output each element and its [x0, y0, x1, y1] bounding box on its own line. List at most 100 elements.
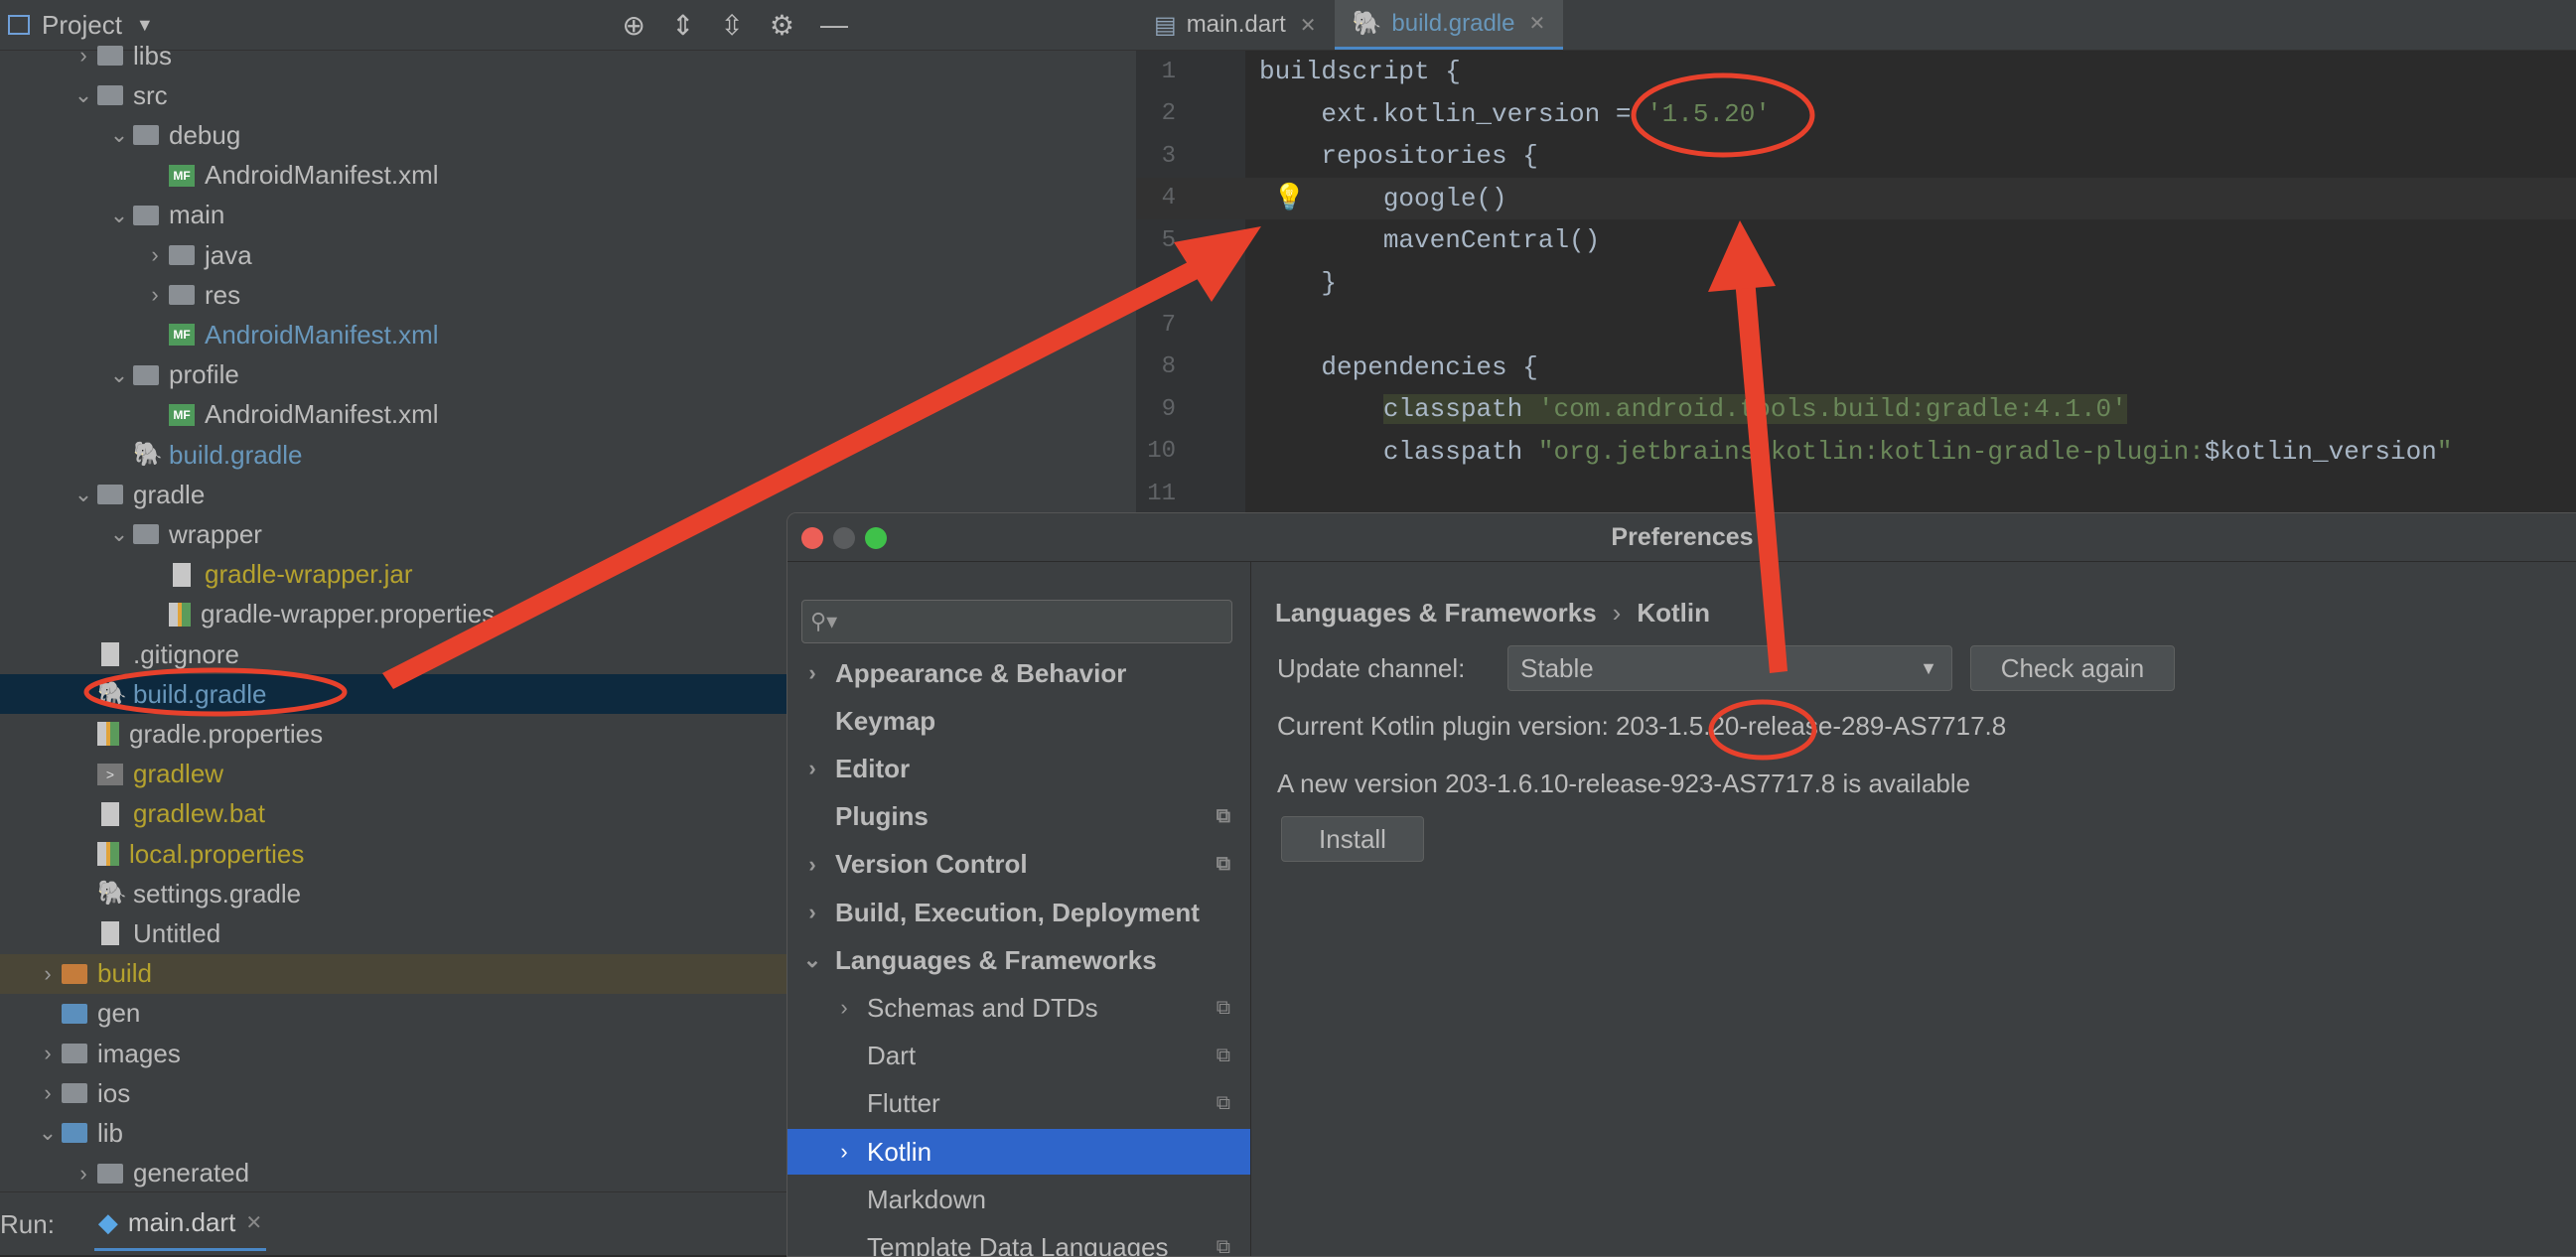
chevron-down-icon[interactable]: ▼	[136, 15, 154, 36]
chevron-right-icon[interactable]: ›	[801, 900, 823, 925]
close-icon[interactable]: ✕	[1300, 13, 1317, 38]
chevron-right-icon[interactable]: ›	[801, 852, 823, 878]
tree-item[interactable]: MF AndroidManifest.xml	[0, 395, 1136, 435]
tree-item[interactable]: ⌄ debug	[0, 115, 1136, 155]
tree-item[interactable]: ⌄ profile	[0, 355, 1136, 395]
editor-tabs: ▤ main.dart ✕ 🐘 build.gradle ✕	[1136, 0, 2576, 51]
update-channel-select[interactable]: Stable ▼	[1507, 645, 1952, 691]
code-line[interactable]: }	[1136, 262, 2576, 304]
code-line[interactable]: 3 repositories {	[1136, 135, 2576, 177]
folder-icon	[97, 485, 123, 505]
chevron-right-icon[interactable]: ›	[70, 43, 97, 69]
preferences-item[interactable]: Markdown	[787, 1177, 1250, 1222]
code-line[interactable]: 7	[1136, 304, 2576, 346]
tree-item[interactable]: ⌄ src	[0, 75, 1136, 115]
breadcrumb-item[interactable]: Languages & Frameworks	[1275, 598, 1597, 628]
chevron-down-icon[interactable]: ⌄	[105, 362, 133, 388]
check-again-button[interactable]: Check again	[1970, 645, 2175, 691]
code-line[interactable]: 5 mavenCentral()	[1136, 219, 2576, 261]
run-tab[interactable]: ◆ main.dart ✕	[93, 1197, 267, 1251]
chevron-down-icon[interactable]: ⌄	[70, 82, 97, 108]
tree-item-label: build.gradle	[169, 439, 303, 470]
line-number: 10	[1147, 438, 1176, 465]
preferences-item[interactable]: › Kotlin	[787, 1129, 1250, 1175]
breadcrumb-item: Kotlin	[1637, 598, 1710, 628]
code-line[interactable]: 9 classpath 'com.android.tools.build:gra…	[1136, 388, 2576, 430]
code-line[interactable]: 8 dependencies {	[1136, 347, 2576, 388]
code-text: repositories {	[1259, 141, 1537, 171]
preferences-item[interactable]: Dart ⧉	[787, 1034, 1250, 1079]
chevron-right-icon[interactable]: ›	[141, 242, 169, 268]
tree-item[interactable]: 🐘 build.gradle	[0, 435, 1136, 475]
close-icon[interactable]: ✕	[1528, 11, 1545, 36]
preferences-item[interactable]: Flutter ⧉	[787, 1081, 1250, 1127]
tree-item[interactable]: ⌄ main	[0, 196, 1136, 235]
preferences-item[interactable]: › Editor	[787, 746, 1250, 791]
code-token: ext.kotlin_version =	[1259, 98, 1647, 129]
tree-item[interactable]: MF AndroidManifest.xml	[0, 315, 1136, 354]
chevron-right-icon[interactable]: ›	[801, 660, 823, 686]
close-window-button[interactable]	[801, 527, 823, 549]
folder-icon	[62, 1083, 87, 1104]
chevron-right-icon[interactable]: ›	[833, 1139, 855, 1165]
code-line[interactable]: 2 ext.kotlin_version = '1.5.20'	[1136, 93, 2576, 135]
chevron-down-icon[interactable]: ⌄	[70, 482, 97, 507]
install-button[interactable]: Install	[1281, 816, 1424, 862]
editor-tab[interactable]: 🐘 build.gradle ✕	[1334, 0, 1564, 50]
preferences-item[interactable]: Template Data Languages ⧉	[787, 1224, 1250, 1257]
preferences-item-label: Dart	[867, 1041, 917, 1071]
preferences-item[interactable]: ⌄ Languages & Frameworks	[787, 937, 1250, 983]
lightbulb-icon[interactable]: 💡	[1273, 183, 1305, 213]
breadcrumb: Languages & Frameworks › Kotlin	[1275, 598, 1710, 628]
minimize-window-button[interactable]	[833, 527, 855, 549]
chevron-right-icon[interactable]: ›	[70, 1161, 97, 1187]
preferences-item-label: Flutter	[867, 1088, 940, 1119]
tree-item-label: .gitignore	[133, 638, 239, 669]
preferences-item[interactable]: › Appearance & Behavior	[787, 650, 1250, 696]
code-line[interactable]: 4 google() 💡	[1136, 177, 2576, 219]
properties-icon	[97, 842, 119, 866]
preferences-item[interactable]: Plugins ⧉	[787, 794, 1250, 840]
new-version-text: A new version 203-1.6.10-release-923-AS7…	[1277, 768, 1971, 798]
preferences-item[interactable]: Keymap	[787, 698, 1250, 744]
chevron-down-icon[interactable]: ⌄	[105, 122, 133, 148]
chevron-right-icon[interactable]: ›	[34, 961, 62, 987]
project-scope-icon: ⧉	[1216, 1235, 1230, 1257]
zoom-window-button[interactable]	[865, 527, 887, 549]
preferences-item[interactable]: › Build, Execution, Deployment	[787, 890, 1250, 935]
tree-item[interactable]: ⌄ gradle	[0, 475, 1136, 514]
tree-item-label: gradlew.bat	[133, 798, 265, 829]
tree-item[interactable]: MF AndroidManifest.xml	[0, 156, 1136, 196]
chevron-right-icon[interactable]: ›	[34, 1041, 62, 1066]
chevron-right-icon[interactable]: ›	[141, 282, 169, 308]
line-number: 1	[1161, 58, 1176, 85]
preferences-item[interactable]: › Version Control ⧉	[787, 842, 1250, 888]
folder-blue-icon	[62, 1123, 87, 1144]
chevron-down-icon[interactable]: ⌄	[105, 521, 133, 547]
chevron-right-icon[interactable]: ›	[801, 756, 823, 781]
chevron-down-icon[interactable]: ⌄	[34, 1120, 62, 1146]
code-token: }	[1259, 267, 1338, 298]
gradle-icon: 🐘	[1352, 10, 1382, 37]
chevron-right-icon[interactable]: ›	[34, 1080, 62, 1106]
tree-item[interactable]: › libs	[0, 36, 1136, 75]
search-input[interactable]: ⚲▾	[801, 600, 1232, 643]
tree-item[interactable]: › res	[0, 275, 1136, 315]
editor-tab-label: build.gradle	[1391, 9, 1515, 37]
code-line[interactable]: 11	[1136, 473, 2576, 514]
dart-file-icon: ▤	[1154, 11, 1177, 39]
close-icon[interactable]: ✕	[245, 1210, 262, 1235]
project-scope-icon: ⧉	[1216, 996, 1230, 1019]
editor-tab[interactable]: ▤ main.dart ✕	[1136, 0, 1335, 50]
folder-icon	[97, 1163, 123, 1184]
code-line[interactable]: 10 classpath "org.jetbrains.kotlin:kotli…	[1136, 431, 2576, 473]
tree-item[interactable]: › java	[0, 235, 1136, 275]
chevron-down-icon[interactable]: ⌄	[105, 203, 133, 228]
preferences-item[interactable]: › Schemas and DTDs ⧉	[787, 985, 1250, 1031]
chevron-right-icon[interactable]: ›	[833, 995, 855, 1021]
code-line[interactable]: 1 buildscript {	[1136, 51, 2576, 92]
chevron-down-icon[interactable]: ⌄	[801, 947, 823, 973]
line-number: 7	[1161, 311, 1176, 339]
file-icon	[101, 801, 119, 826]
